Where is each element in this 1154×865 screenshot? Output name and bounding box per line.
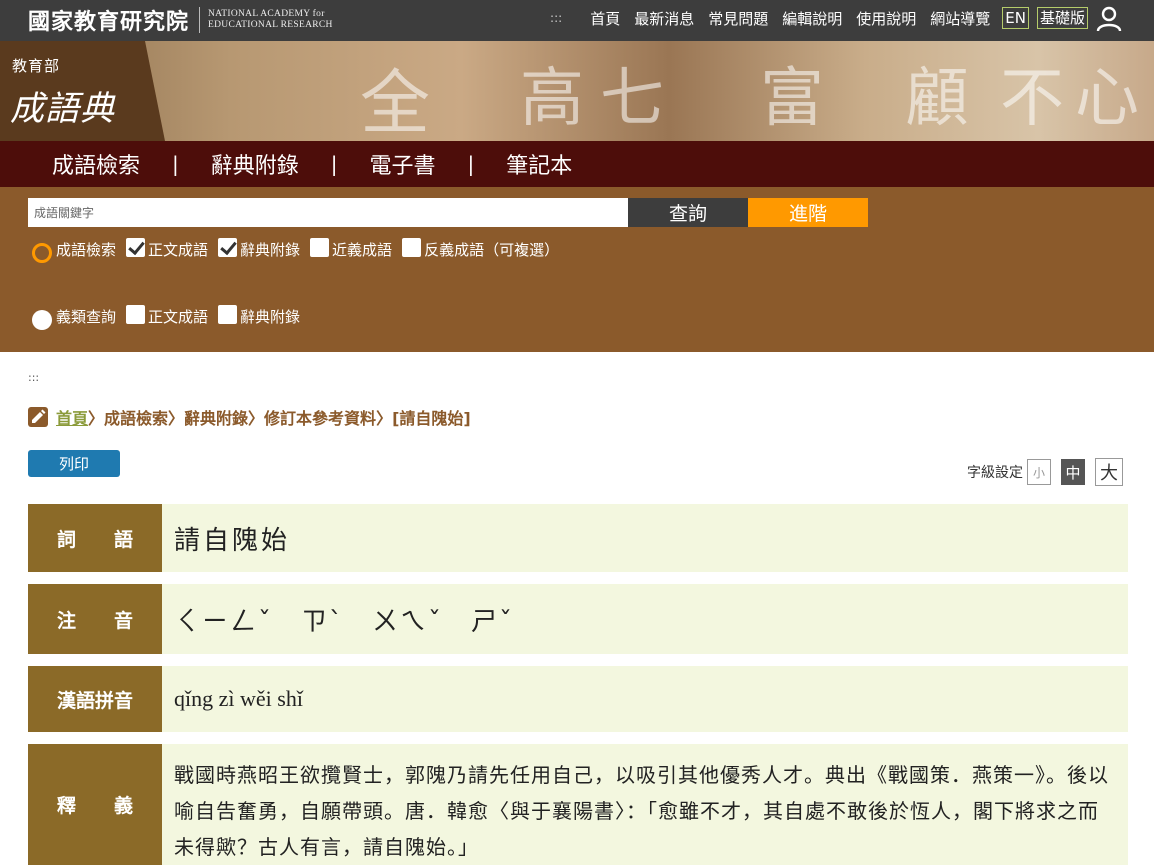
nav-notebook[interactable]: 筆記本 [506, 148, 572, 180]
banner-deco-char: 高 [520, 62, 584, 136]
pencil-icon [28, 407, 48, 427]
idiom-word: 請自隗始 [162, 504, 1128, 572]
zhuyin-label-b: 音 [114, 609, 134, 632]
english-version-button[interactable]: EN [1002, 7, 1029, 29]
breadcrumb-revised-reference[interactable]: 〉修訂本參考資料 [248, 405, 376, 429]
search-mode-category-row: 義類查詢 正文成語 辭典附錄 [32, 305, 301, 330]
top-link-usage[interactable]: 使用說明 [856, 8, 916, 29]
checkbox-synonyms[interactable] [310, 238, 330, 257]
pinyin-value: qǐng zì wěi shǐ [162, 666, 1128, 732]
top-link-news[interactable]: 最新消息 [634, 8, 694, 29]
radio-idiom-search-label: 成語檢索 [56, 241, 117, 259]
entry-row-word: 詞語 請自隗始 [28, 504, 1128, 572]
checkbox-category-main-idioms-label: 正文成語 [148, 308, 209, 326]
search-panel: 查詢 進階 成語檢索 正文成語 辭典附錄 近義成語 反義成語 （可複選） 義類查… [0, 187, 1154, 352]
banner-deco-char: 七 [600, 62, 664, 136]
logo-english-name: NATIONAL ACADEMY for EDUCATIONAL RESEARC… [208, 9, 333, 31]
radio-category-search[interactable] [32, 309, 52, 330]
banner-deco-char: 全 [360, 62, 430, 141]
radio-category-search-label: 義類查詢 [56, 308, 117, 326]
nav-divider: | [172, 152, 179, 176]
zhuyin-value: ㄑㄧㄥˇ ㄗˋ ㄨㄟˇ ㄕˇ [162, 584, 1128, 654]
breadcrumb-current: 〉[請自隗始] [376, 409, 471, 428]
basic-version-button[interactable]: 基礎版 [1036, 7, 1088, 29]
font-size-setting: 字級設定 小 中 大 [967, 458, 1123, 486]
breadcrumb-idiom-search[interactable]: 〉成語檢索 [88, 405, 168, 429]
dictionary-logo[interactable]: 教育部 成語典 [0, 41, 165, 141]
nav-divider: | [467, 152, 475, 176]
user-icon[interactable] [1096, 6, 1122, 32]
advanced-search-button[interactable]: 進階 [748, 198, 868, 227]
zhuyin-label-a: 注 [56, 609, 76, 632]
search-mode-idiom-row: 成語檢索 正文成語 辭典附錄 近義成語 反義成語 （可複選） [32, 238, 560, 263]
query-button[interactable]: 查詢 [628, 198, 748, 227]
banner-deco-char: 心 [1075, 62, 1139, 136]
nav-ebook[interactable]: 電子書 [370, 148, 436, 180]
banner-deco-char: 富 [760, 62, 824, 136]
entry-row-definition: 釋義 戰國時燕昭王欲攬賢士，郭隗乃請先任用自己，以吸引其他優秀人才。典出《戰國策… [28, 744, 1128, 865]
logo-en-line2: EDUCATIONAL RESEARCH [208, 20, 333, 30]
checkbox-antonyms[interactable] [402, 238, 422, 257]
dictionary-title: 成語典 [10, 89, 115, 129]
checkbox-category-appendix[interactable] [218, 305, 238, 324]
definition-label: 釋義 [28, 744, 162, 865]
top-link-home[interactable]: 首頁 [590, 8, 620, 29]
radio-idiom-search[interactable] [32, 242, 52, 263]
nav-idiom-search[interactable]: 成語檢索 [52, 148, 140, 180]
nav-divider: | [330, 152, 338, 176]
logo-chinese-name: 國家教育研究院 [28, 9, 190, 35]
checkbox-antonyms-label: 反義成語 [424, 241, 485, 259]
entry-row-zhuyin: 注音 ㄑㄧㄥˇ ㄗˋ ㄨㄟˇ ㄕˇ [28, 584, 1128, 654]
top-link-sitemap[interactable]: 網站導覽 [930, 8, 990, 29]
accesskey-content[interactable]: ::: [28, 371, 39, 384]
breadcrumb: 首頁 〉成語檢索 〉辭典附錄 〉修訂本參考資料 〉[請自隗始] [28, 405, 471, 429]
font-size-label: 字級設定 [967, 465, 1023, 481]
zhuyin-label: 注音 [28, 584, 162, 654]
definition-label-b: 義 [114, 795, 134, 817]
word-label-b: 語 [114, 528, 134, 551]
accesskey-top[interactable]: ::: [550, 11, 562, 25]
definition-label-a: 釋 [56, 795, 76, 817]
logo-en-line1: NATIONAL ACADEMY for [208, 9, 325, 19]
top-navigation: ::: 首頁 最新消息 常見問題 編輯說明 使用說明 網站導覽 EN 基礎版 [550, 6, 1088, 30]
top-link-faq[interactable]: 常見問題 [708, 8, 768, 29]
top-bar: 國家教育研究院 NATIONAL ACADEMY for EDUCATIONAL… [0, 0, 1154, 41]
breadcrumb-home[interactable]: 首頁 [56, 405, 88, 429]
checkbox-category-main-idioms[interactable] [126, 305, 146, 324]
font-size-medium-button[interactable]: 中 [1061, 459, 1085, 485]
entry-row-pinyin: 漢語拼音 qǐng zì wěi shǐ [28, 666, 1128, 732]
print-button[interactable]: 列印 [28, 450, 120, 477]
site-logo[interactable]: 國家教育研究院 NATIONAL ACADEMY for EDUCATIONAL… [28, 4, 333, 36]
font-size-small-button[interactable]: 小 [1027, 459, 1051, 485]
multi-select-note: （可複選） [484, 241, 560, 259]
checkbox-appendix[interactable] [218, 238, 238, 257]
logo-divider [199, 7, 201, 33]
ministry-name: 教育部 [12, 57, 61, 75]
checkbox-main-idioms[interactable] [126, 238, 146, 257]
banner: 全 高 七 富 顧 不 心 教育部 成語典 [0, 41, 1154, 141]
pinyin-label: 漢語拼音 [28, 666, 162, 732]
nav-appendix[interactable]: 辭典附錄 [211, 148, 299, 180]
banner-deco-char: 不 [1000, 62, 1064, 136]
word-label: 詞語 [28, 504, 162, 572]
checkbox-appendix-label: 辭典附錄 [240, 241, 301, 259]
search-input[interactable] [28, 198, 628, 227]
checkbox-synonyms-label: 近義成語 [332, 241, 393, 259]
breadcrumb-appendix[interactable]: 〉辭典附錄 [168, 405, 248, 429]
top-link-editorial[interactable]: 編輯說明 [782, 8, 842, 29]
definition-value: 戰國時燕昭王欲攬賢士，郭隗乃請先任用自己，以吸引其他優秀人才。典出《戰國策．燕策… [162, 744, 1128, 865]
word-label-a: 詞 [56, 528, 76, 551]
checkbox-main-idioms-label: 正文成語 [148, 241, 209, 259]
checkbox-category-appendix-label: 辭典附錄 [240, 308, 301, 326]
banner-deco-char: 顧 [905, 62, 969, 136]
font-size-large-button[interactable]: 大 [1095, 458, 1123, 486]
main-navigation: 成語檢索 | 辭典附錄 | 電子書 | 筆記本 [0, 141, 1154, 187]
